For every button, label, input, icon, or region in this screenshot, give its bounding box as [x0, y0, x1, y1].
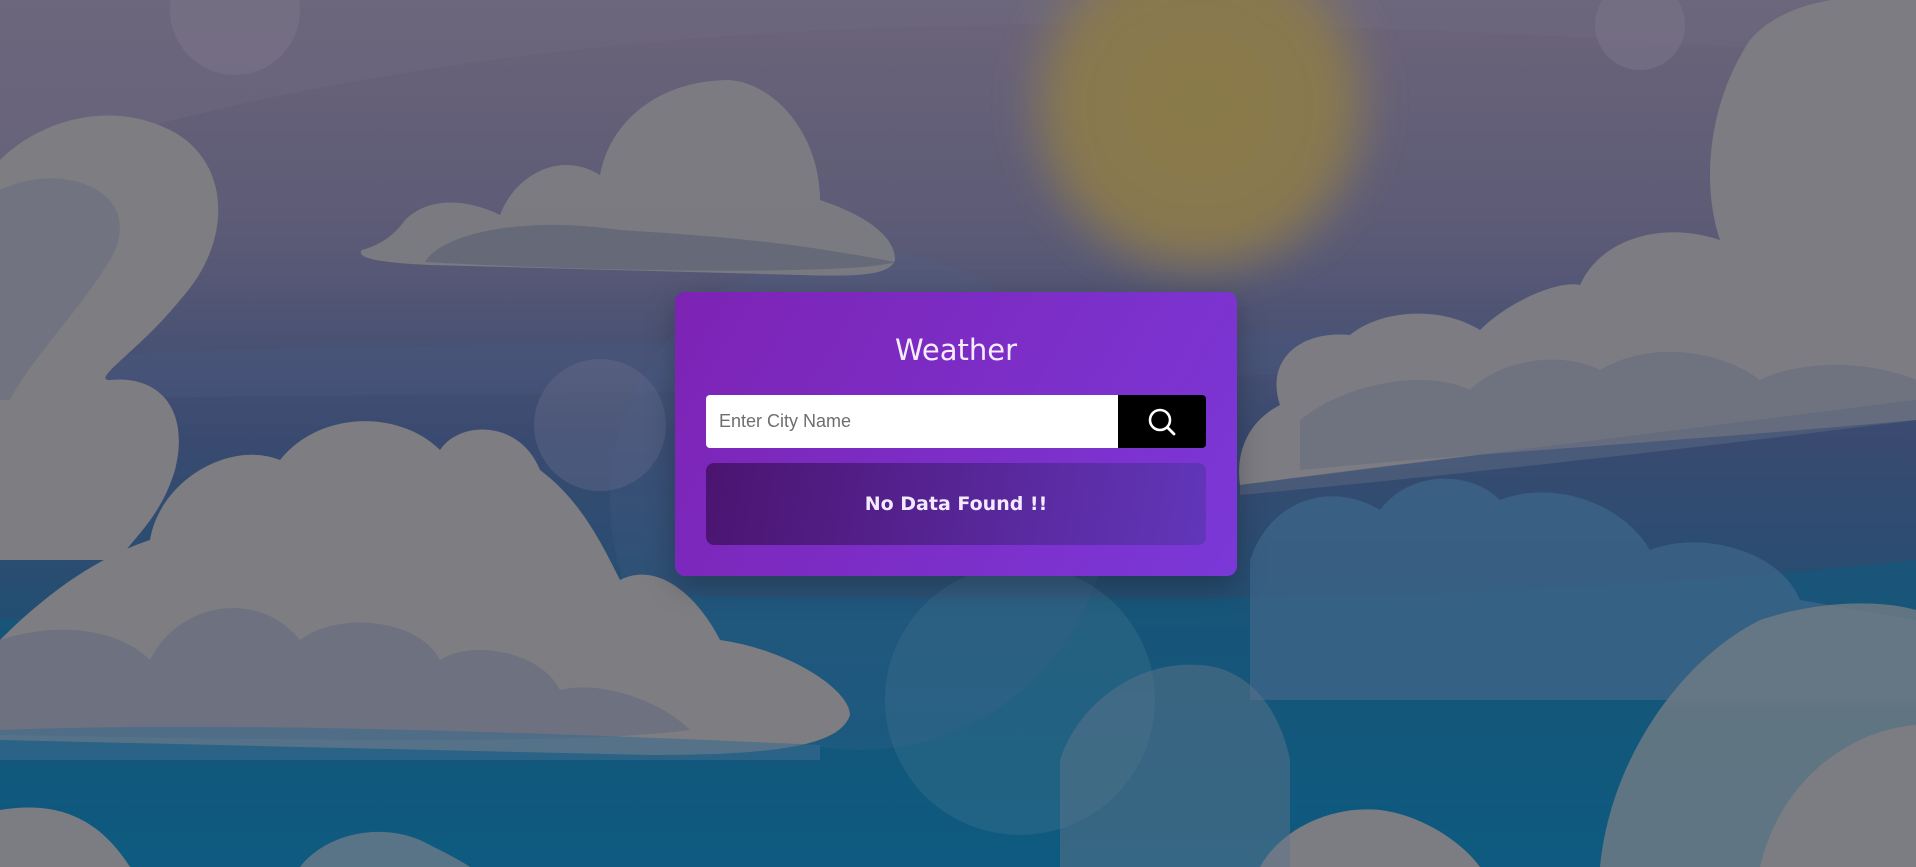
result-panel: No Data Found !!: [706, 463, 1206, 545]
search-bar: [706, 395, 1206, 448]
search-icon: [1148, 408, 1176, 435]
search-button[interactable]: [1118, 395, 1206, 448]
app-title: Weather: [894, 333, 1018, 367]
weather-card: Weather No Data Found !!: [675, 292, 1237, 576]
city-search-input[interactable]: [706, 395, 1118, 448]
no-data-message: No Data Found !!: [864, 493, 1048, 515]
